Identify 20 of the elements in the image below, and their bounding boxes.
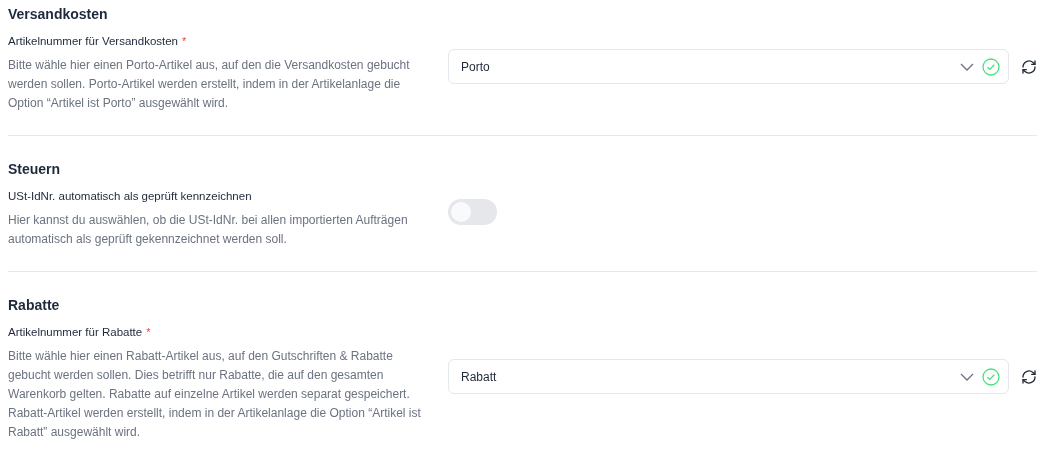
field-label: Artikelnummer für Versandkosten bbox=[8, 34, 179, 49]
field-description: Bitte wähle hier einen Rabatt-Artikel aus, auf den Gutschriften & Rabatte gebucht werden sollen. Dies betrifft nur Rabatte, die auf den gesamten Warenkorb gelten. Rabatte auf einzelne Artikel werden separat gespeichert. Rabatt-Artikel werden erstellt, indem in der Artikelanlage die Option “Artikel ist Rabatt” ausgewählt wird. bbox=[8, 348, 422, 441]
select-field[interactable]: Rabatt bbox=[448, 359, 1009, 394]
section-heading: Versandkosten bbox=[8, 5, 109, 24]
required-asterisk: * bbox=[182, 33, 187, 49]
select-value: Porto bbox=[461, 58, 491, 76]
field-label: Artikelnummer für Rabatte bbox=[8, 325, 143, 340]
refresh-icon[interactable] bbox=[1021, 368, 1037, 385]
required-asterisk: * bbox=[146, 324, 151, 340]
field-description: Hier kannst du auswählen, ob die USt-IdNr. bei allen importierten Aufträgen automatisch als geprüft gekennzeichnet werden soll. bbox=[8, 212, 409, 248]
field-description: Bitte wähle hier einen Porto-Artikel aus, auf den die Versandkosten gebucht werden sollen. Porto-Artikel werden erstellt, indem in der Artikelanlage die Option “Artikel ist Porto” ausgewählt wird. bbox=[8, 57, 411, 112]
toggle-switch[interactable] bbox=[448, 199, 497, 225]
section-heading: Rabatte bbox=[8, 296, 61, 315]
chevron-down-icon bbox=[960, 372, 974, 381]
chevron-down-icon bbox=[960, 62, 974, 71]
refresh-icon[interactable] bbox=[1021, 58, 1037, 75]
select-field[interactable]: Porto bbox=[448, 49, 1009, 84]
select-value: Rabatt bbox=[461, 368, 498, 386]
field-label: USt-IdNr. automatisch als geprüft kennzeichnen bbox=[8, 189, 252, 204]
section-heading: Steuern bbox=[8, 160, 62, 179]
